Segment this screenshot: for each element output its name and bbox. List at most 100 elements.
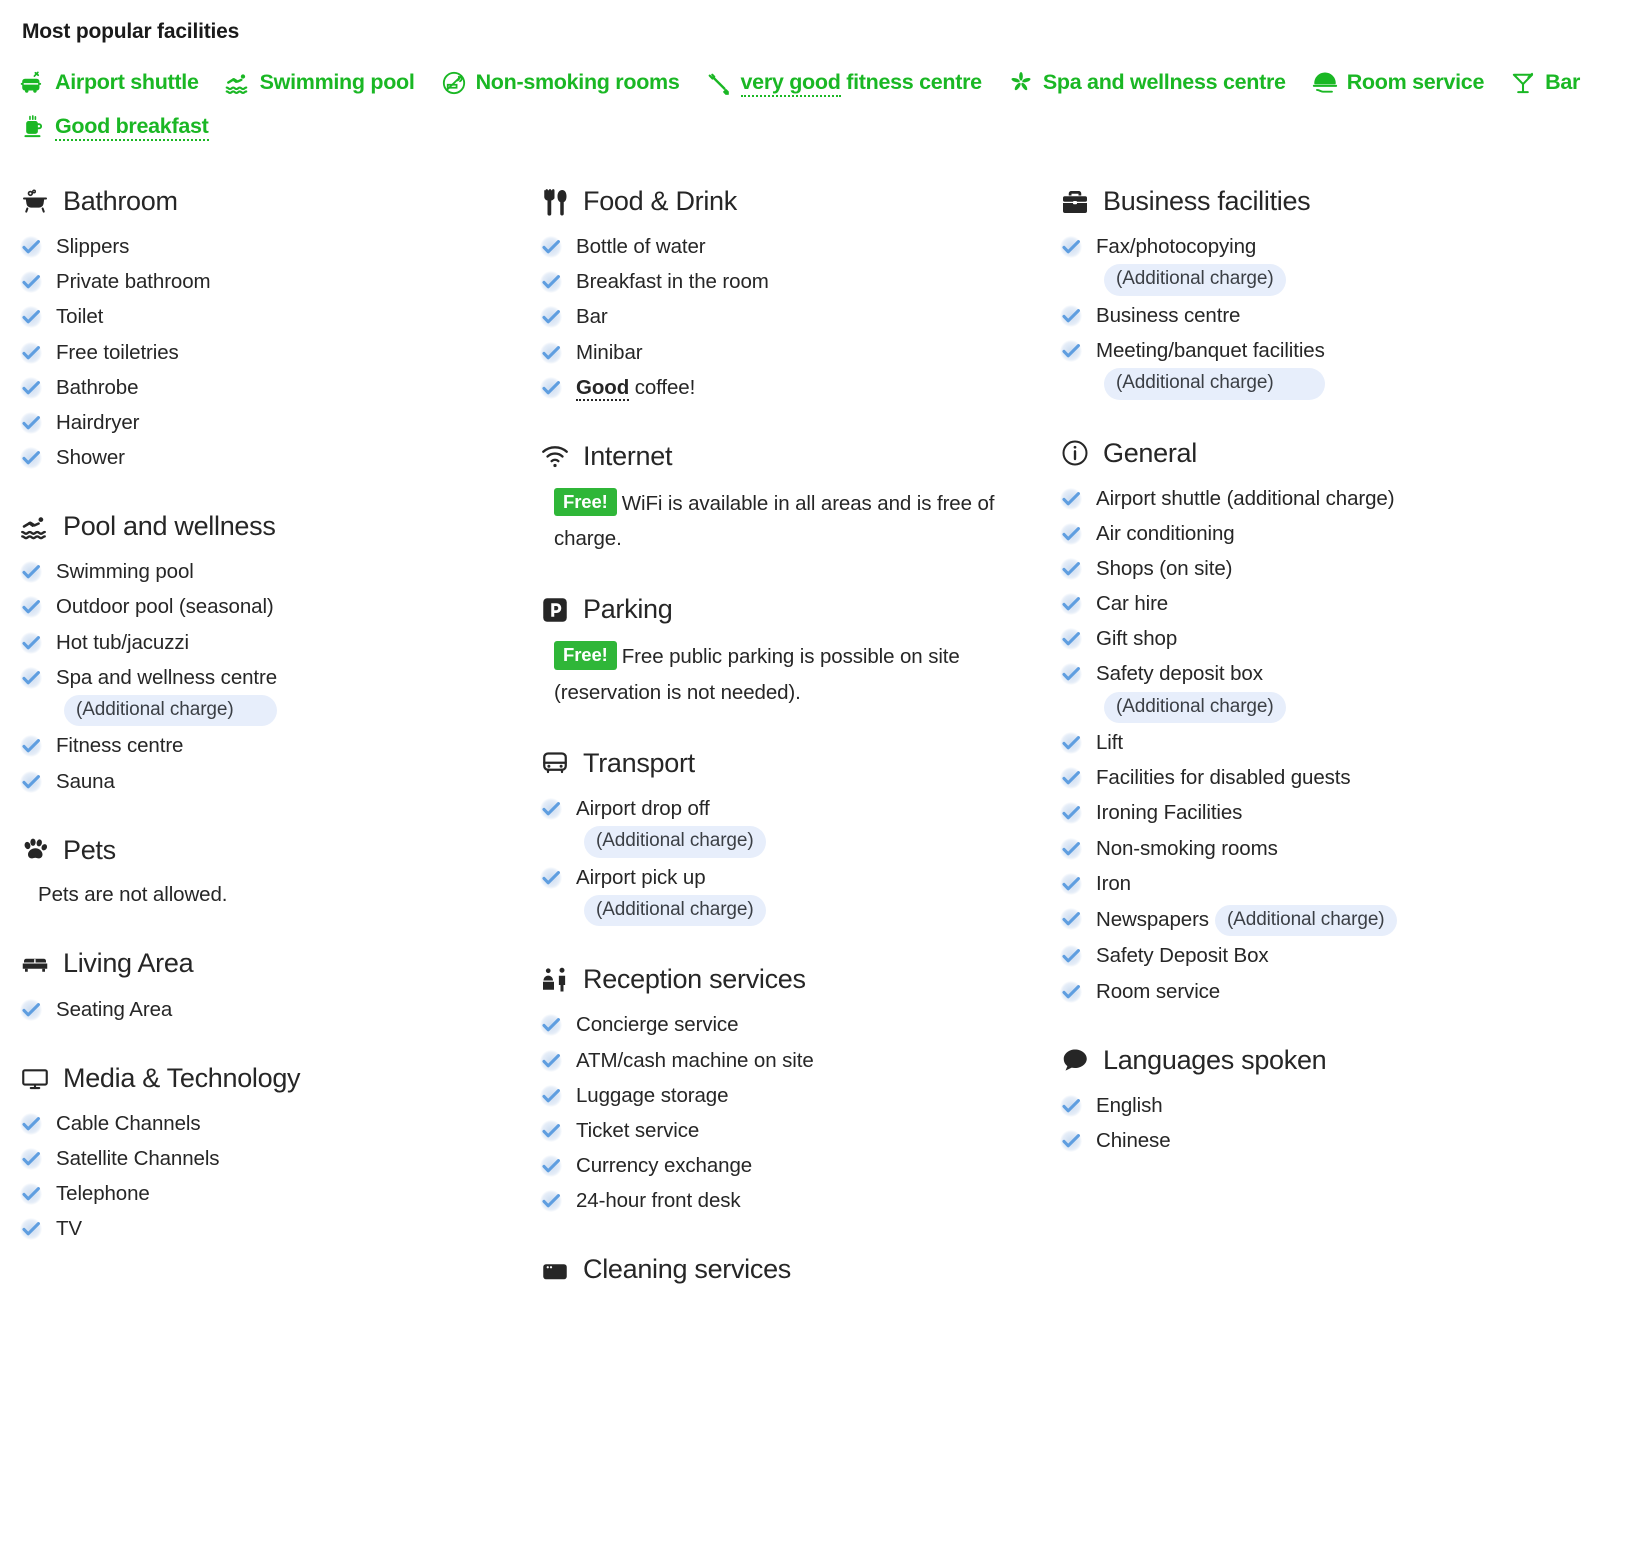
popular-facility-item[interactable]: Room service [1312,70,1484,96]
popular-facility-item[interactable]: very good fitness centre [706,70,982,98]
facility-item-label: Satellite Channels [56,1146,220,1170]
facility-item: Private bathroom [20,266,530,297]
facility-item-label: Cable Channels [56,1111,201,1135]
check-icon [540,306,562,329]
facility-group: Bathroom Slippers Private bathroom Toilet Fr… [20,186,530,473]
bus-icon [540,748,570,778]
facility-group-header: General [1060,438,1608,469]
check-icon [20,770,42,793]
facility-item-label: Shower [56,445,125,469]
check-icon [540,1084,562,1107]
cleaning-icon [540,1255,570,1285]
check-icon [1060,663,1082,686]
popular-facility-item[interactable]: Good breakfast [20,114,209,142]
popular-facility-label: Airport shuttle [55,70,199,95]
facility-group-paragraph: Free! WiFi is available in all areas and … [554,486,1024,557]
facility-item-label: Outdoor pool (seasonal) [56,595,274,619]
popular-facility-item[interactable]: Airport shuttle [20,70,199,96]
facility-item: Meeting/banquet facilities (Additional ch… [1060,335,1608,400]
check-icon [540,797,562,820]
facility-item: Car hire [1060,588,1608,619]
check-icon [20,631,42,654]
non-smoking-icon [441,70,467,96]
facility-item: Safety deposit box (Additional charge) [1060,658,1608,724]
briefcase-icon [1060,187,1090,217]
facility-item: Currency exchange [540,1150,1050,1181]
facility-item: Lift [1060,727,1608,758]
check-icon [1060,628,1082,651]
popular-facility-item[interactable]: Spa and wellness centre [1008,70,1286,96]
facilities-column: Bathroom Slippers Private bathroom Toilet Fr… [20,186,540,1282]
info-icon [1060,438,1090,468]
facility-item: Business centre [1060,300,1608,331]
facility-group-title: Parking [583,594,673,625]
facility-group-header: Internet [540,441,1050,472]
facility-item: Air conditioning [1060,518,1608,549]
check-icon [540,1119,562,1142]
facility-item-label: Safety deposit box (Additional charge) [1096,658,1286,724]
facility-group-title: Pets [63,834,116,865]
speech-bubble-icon [1060,1045,1090,1075]
facility-group-header: Pets [20,835,530,866]
facility-item: ATM/cash machine on site [540,1045,1050,1076]
check-icon [540,1049,562,1072]
check-icon [540,341,562,364]
facility-group-title: Food & Drink [583,186,737,216]
facility-item-label: Facilities for disabled guests [1096,766,1351,790]
popular-facility-item[interactable]: Swimming pool [225,70,415,96]
facility-item-list: Seating Area [20,994,530,1025]
facility-item-label: Minibar [576,340,643,364]
facility-item: Airport drop off (Additional charge) [540,793,1050,858]
facilities-columns: Bathroom Slippers Private bathroom Toilet Fr… [20,186,1618,1323]
facility-item-label: Business centre [1096,303,1241,327]
facility-group: Business facilities Fax/photocopying (Addi… [1060,186,1608,400]
facility-item-list: Airport drop off (Additional charge) Airpo… [540,793,1050,927]
popular-facility-item[interactable]: Non-smoking rooms [441,70,680,96]
facility-item-label: Luggage storage [576,1083,729,1107]
facility-item-label: Private bathroom [56,270,211,294]
facility-item: Luggage storage [540,1080,1050,1111]
breakfast-icon [20,114,46,140]
check-icon [20,561,42,584]
facility-item-label: Currency exchange [576,1154,753,1178]
facility-item: Cable Channels [20,1108,530,1139]
facility-group-header: Transport [540,748,1050,779]
facility-group: Living Area Seating Area [20,948,530,1024]
facility-group: Food & Drink Bottle of water Breakfast in … [540,186,1050,403]
check-icon [540,271,562,294]
facility-item-label: Safety Deposit Box [1096,944,1269,968]
facility-group: Media & Technology Cable Channels Satellit… [20,1063,530,1245]
facility-item-list: English Chinese [1060,1090,1608,1156]
facility-item-label: Breakfast in the room [576,270,769,294]
facilities-page: Most popular facilities Airport shuttle S… [0,0,1638,1323]
check-icon [20,306,42,329]
facility-item-label: Seating Area [56,997,173,1021]
check-icon [20,1183,42,1206]
facility-item-label: Non-smoking rooms [1096,836,1278,860]
facilities-column: Food & Drink Bottle of water Breakfast in … [540,186,1060,1323]
bar-icon [1510,70,1536,96]
additional-charge-badge: (Additional charge) [584,894,766,927]
fitness-icon [706,70,732,96]
facility-item-label: English [1096,1093,1163,1117]
facility-item: Breakfast in the room [540,266,1050,297]
facility-group-header: Living Area [20,948,530,979]
facility-group-title: Reception services [583,964,806,995]
facility-item-label: Iron [1096,871,1131,895]
check-icon [1060,304,1082,327]
popular-facility-label: Non-smoking rooms [475,70,680,95]
check-icon [1060,872,1082,895]
facility-item: Fitness centre [20,730,530,761]
check-icon [1060,236,1082,259]
spa-icon [1008,70,1034,96]
popular-facility-item[interactable]: Bar [1510,70,1580,96]
facility-item: Telephone [20,1178,530,1209]
facility-item-label: Ticket service [576,1118,700,1142]
facility-group-paragraph: Free! Free public parking is possible on … [554,639,1024,710]
facility-item-label: Bathrobe [56,375,139,399]
check-icon [540,376,562,399]
facility-group-header: Languages spoken [1060,1045,1608,1076]
sofa-icon [20,949,50,979]
facility-group: Internet Free! WiFi is available in all ar… [540,441,1050,557]
facility-item: English [1060,1090,1608,1121]
